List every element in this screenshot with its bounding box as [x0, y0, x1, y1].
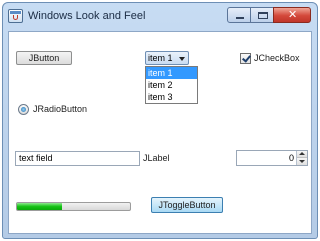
- checkbox-checked-icon[interactable]: [240, 52, 251, 64]
- close-icon: ✕: [288, 9, 298, 21]
- close-button[interactable]: ✕: [273, 7, 311, 23]
- spinner-up-arrow-icon[interactable]: [297, 151, 307, 158]
- jspinner[interactable]: 0: [236, 150, 308, 166]
- maximize-icon: [258, 12, 268, 19]
- combo-option-item-1[interactable]: item 1: [146, 67, 197, 79]
- combo-selected-value: item 1: [148, 53, 173, 63]
- combo-option-item-2[interactable]: item 2: [146, 79, 197, 91]
- app-window: Windows Look and Feel ✕ JButton item 1 i…: [2, 2, 318, 239]
- text-field[interactable]: text field: [15, 151, 140, 166]
- radio-selected-icon[interactable]: [18, 103, 29, 115]
- checkbox-label: JCheckBox: [254, 53, 300, 63]
- jradiobutton[interactable]: JRadioButton: [18, 103, 87, 115]
- spinner-down-arrow-icon[interactable]: [297, 158, 307, 165]
- title-bar[interactable]: Windows Look and Feel ✕: [3, 3, 317, 29]
- jtogglebutton[interactable]: JToggleButton: [151, 197, 223, 213]
- radio-label: JRadioButton: [33, 104, 88, 114]
- chevron-down-icon[interactable]: [179, 57, 185, 61]
- minimize-button[interactable]: [227, 7, 251, 23]
- progress-fill: [17, 203, 63, 210]
- minimize-icon: [236, 17, 244, 19]
- window-title: Windows Look and Feel: [28, 10, 146, 22]
- combo-box[interactable]: item 1: [145, 51, 189, 65]
- maximize-button[interactable]: [250, 7, 274, 23]
- spinner-buttons: [296, 151, 307, 165]
- java-app-icon: [8, 9, 23, 23]
- jbutton[interactable]: JButton: [16, 51, 72, 65]
- window-controls: ✕: [227, 7, 311, 24]
- content-panel: JButton item 1 item 1 item 2 item 3 JChe…: [8, 31, 312, 234]
- jcheckbox[interactable]: JCheckBox: [240, 52, 300, 64]
- jlabel: JLabel: [143, 153, 170, 163]
- combo-option-item-3[interactable]: item 3: [146, 91, 197, 103]
- combo-dropdown-list: item 1 item 2 item 3: [145, 66, 198, 104]
- spinner-value[interactable]: 0: [289, 153, 294, 164]
- progress-bar: [16, 202, 131, 211]
